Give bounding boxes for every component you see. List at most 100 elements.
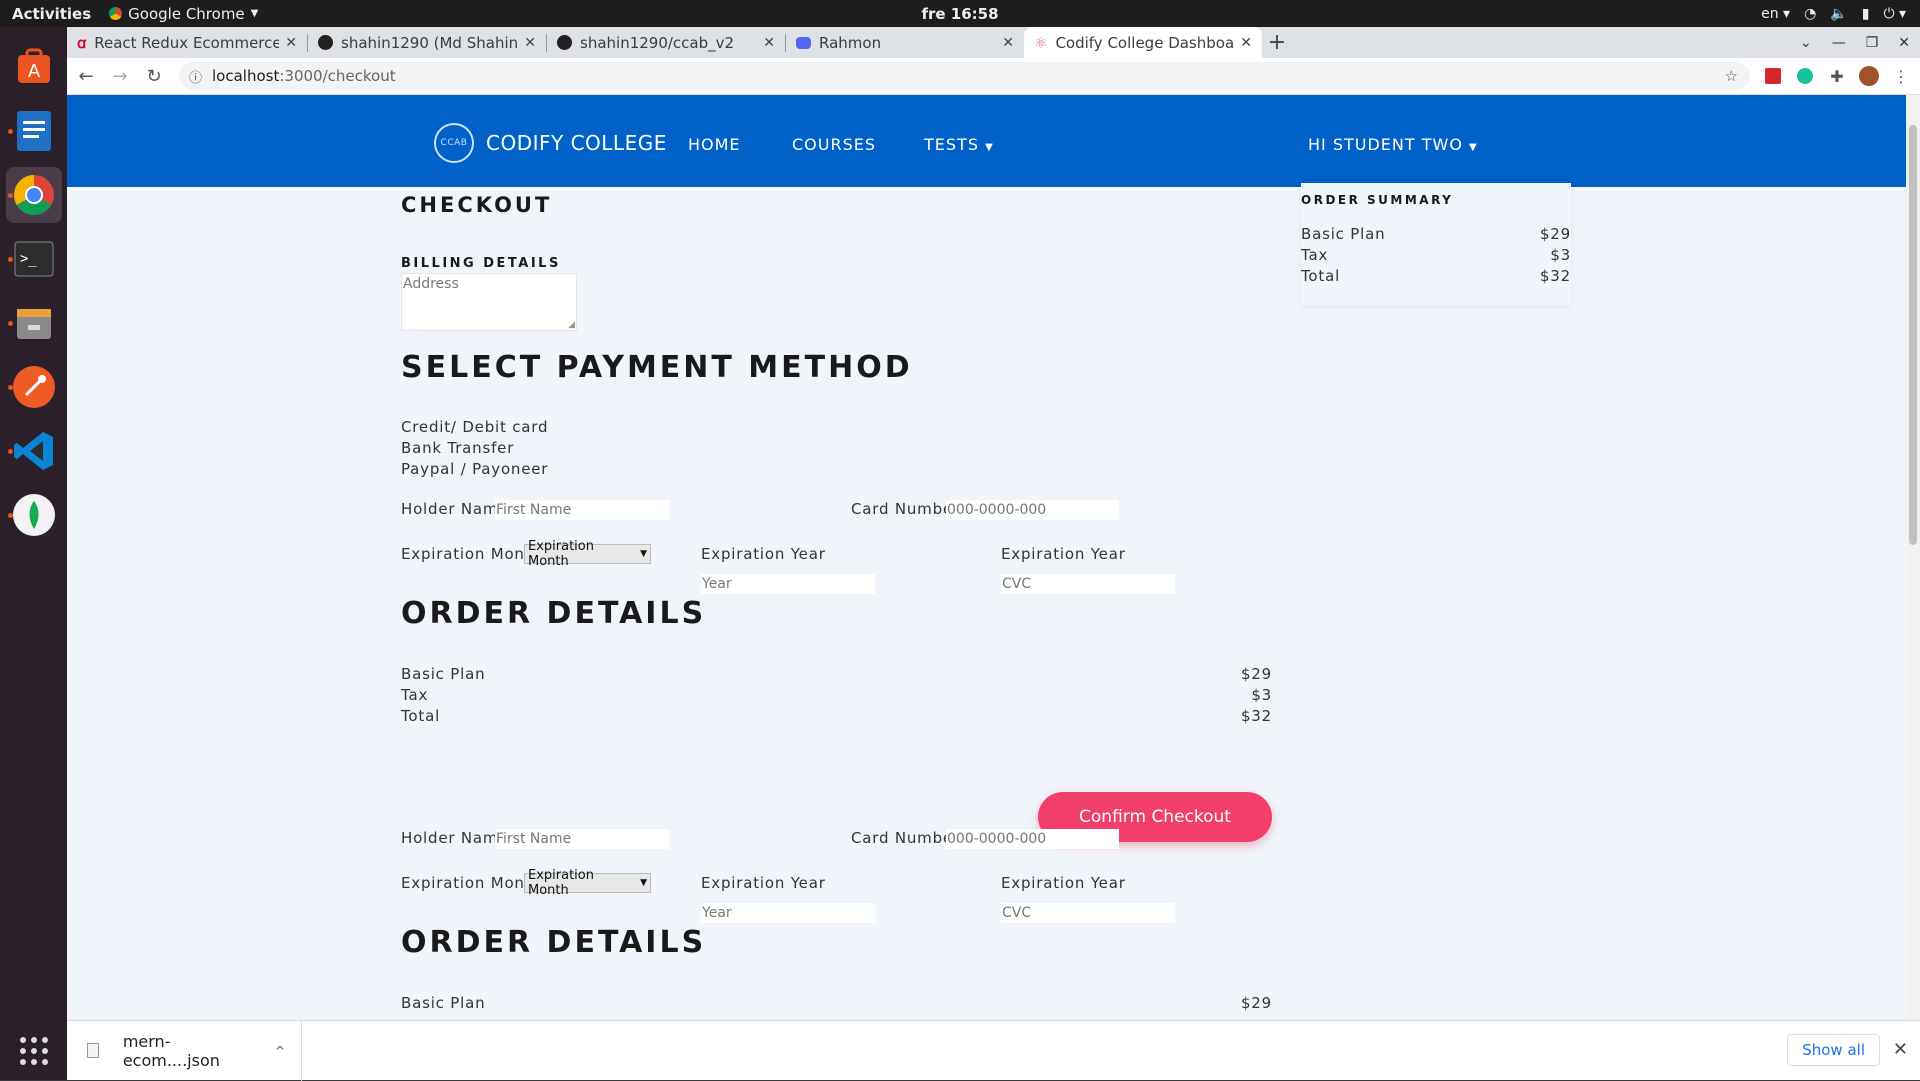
volume-icon[interactable]: 🔈	[1830, 6, 1847, 22]
tab-react-redux-ecommerce[interactable]: ꭤ React Redux Ecommerce - ✕	[67, 27, 307, 58]
exp-month-selected: Expiration Month	[528, 868, 594, 898]
discord-icon	[796, 36, 811, 49]
holder-name-placeholder: First Name	[496, 502, 572, 518]
summary-line-label: Basic Plan	[1301, 225, 1386, 243]
order-line-value: $32	[1240, 707, 1272, 725]
close-icon[interactable]: ✕	[763, 35, 775, 51]
college-logo: CCAB	[434, 123, 474, 163]
address-placeholder: Address	[403, 276, 459, 292]
holder-name-input[interactable]: First Name	[495, 829, 669, 849]
close-window-icon[interactable]: ✕	[1898, 35, 1910, 51]
minimize-icon[interactable]: —	[1832, 35, 1846, 51]
nav-user-label: HI STUDENT TWO	[1308, 135, 1463, 154]
terminal-icon[interactable]: >_	[6, 231, 62, 287]
order-line-label: Tax	[401, 686, 429, 704]
chrome-menu-icon[interactable]: ⋮	[1888, 63, 1914, 89]
nav-tests[interactable]: TESTS ▼	[924, 135, 994, 154]
tab-github-profile[interactable]: shahin1290 (Md Shahin Pa ✕	[308, 27, 546, 58]
close-download-bar-icon[interactable]: ✕	[1893, 1039, 1908, 1060]
show-all-button[interactable]: Show all	[1787, 1034, 1880, 1066]
exp-month-select[interactable]: Expiration Month ▼	[524, 868, 651, 898]
address-textarea[interactable]: Address ◢	[401, 273, 577, 331]
files-icon[interactable]	[6, 295, 62, 351]
close-icon[interactable]: ✕	[1002, 35, 1014, 51]
summary-line-value: $32	[1539, 267, 1571, 285]
year-input[interactable]: Year	[701, 903, 875, 923]
battery-icon[interactable]: ▮	[1862, 6, 1870, 22]
app-menu[interactable]: Google Chrome ▼	[109, 5, 258, 23]
extension-grammarly-icon[interactable]	[1792, 63, 1818, 89]
nav-home[interactable]: HOME	[688, 135, 741, 154]
reload-icon[interactable]: ↻	[139, 61, 169, 91]
exp-month-select[interactable]: Expiration Month ▼	[524, 539, 651, 569]
method-paypal[interactable]: Paypal / Payoneer	[401, 460, 548, 478]
language-indicator[interactable]: en ▾	[1761, 6, 1790, 22]
close-icon[interactable]: ✕	[285, 35, 297, 51]
mongodb-compass-icon[interactable]	[6, 487, 62, 543]
download-item[interactable]: mern-ecom....json ^	[87, 1020, 302, 1081]
tab-strip: ꭤ React Redux Ecommerce - ✕ shahin1290 (…	[67, 27, 1920, 58]
vscode-icon[interactable]	[6, 423, 62, 479]
activities-button[interactable]: Activities	[12, 5, 91, 23]
clock[interactable]: fre 16:58	[0, 5, 1920, 23]
summary-line: Basic Plan $29	[1301, 225, 1571, 243]
page-scrollbar[interactable]	[1906, 95, 1920, 1020]
holder-name-label: Holder Name	[401, 500, 509, 518]
order-details-title: ORDER DETAILS	[401, 925, 707, 960]
extension-red-icon[interactable]	[1760, 63, 1786, 89]
chrome-window: ꭤ React Redux Ecommerce - ✕ shahin1290 (…	[67, 27, 1920, 1081]
forward-icon[interactable]: →	[105, 61, 135, 91]
show-applications-icon[interactable]	[0, 1036, 67, 1066]
address-bar[interactable]: ⓘ localhost:3000/checkout ☆	[179, 62, 1750, 90]
exp-month-label: Expiration Month	[401, 545, 542, 563]
order-line-label: Basic Plan	[401, 665, 486, 683]
wifi-icon[interactable]: ◔	[1804, 6, 1816, 22]
chrome-icon[interactable]	[5, 167, 62, 223]
order-line-value: $29	[1240, 994, 1272, 1012]
tab-codify-college-dashboard[interactable]: ⚛ Codify College Dashboard ✕	[1024, 27, 1262, 58]
close-icon[interactable]: ✕	[524, 35, 536, 51]
download-bar: mern-ecom....json ^ Show all ✕	[67, 1020, 1920, 1081]
download-filename: mern-ecom....json	[122, 1031, 220, 1070]
extensions-puzzle-icon[interactable]: ✚	[1824, 63, 1850, 89]
close-icon[interactable]: ✕	[1240, 35, 1252, 51]
card-number-placeholder: 000-0000-000	[947, 831, 1047, 847]
chevron-down-icon: ▼	[640, 549, 647, 559]
power-menu-icon[interactable]: ⏻ ▾	[1883, 6, 1906, 22]
brand-link[interactable]: CCAB CODIFY COLLEGE	[434, 123, 667, 163]
checkout-title: CHECKOUT	[401, 193, 553, 217]
scrollbar-thumb[interactable]	[1909, 125, 1917, 545]
tab-github-repo[interactable]: shahin1290/ccab_v2 ✕	[547, 27, 785, 58]
site-info-icon[interactable]: ⓘ	[189, 67, 202, 86]
nav-user-menu[interactable]: HI STUDENT TWO ▼	[1308, 135, 1478, 154]
cvc-input[interactable]: CVC	[1001, 574, 1175, 594]
tab-search-icon[interactable]: ⌄	[1800, 35, 1812, 51]
nav-courses[interactable]: COURSES	[792, 135, 876, 154]
exp-month-selected: Expiration Month	[528, 539, 594, 569]
order-line: Basic Plan $29	[401, 665, 1272, 683]
holder-name-input[interactable]: First Name	[495, 500, 669, 520]
language-label: en	[1761, 5, 1779, 22]
maximize-icon[interactable]: ❐	[1866, 35, 1879, 51]
cvc-placeholder: CVC	[1002, 576, 1032, 592]
year-input[interactable]: Year	[701, 574, 875, 594]
back-icon[interactable]: ←	[71, 61, 101, 91]
card-number-input[interactable]: 000-0000-000	[946, 829, 1119, 849]
method-bank-transfer[interactable]: Bank Transfer	[401, 439, 514, 457]
ubuntu-software-icon[interactable]: A	[6, 39, 62, 95]
system-top-bar: Activities Google Chrome ▼ fre 16:58 en …	[0, 0, 1920, 27]
card-number-input[interactable]: 000-0000-000	[946, 500, 1119, 520]
postman-icon[interactable]	[6, 359, 62, 415]
bookmark-star-icon[interactable]: ☆	[1725, 67, 1738, 85]
new-tab-button[interactable]: +	[1262, 27, 1292, 58]
caret-down-icon: ▼	[1469, 142, 1478, 153]
method-credit-card[interactable]: Credit/ Debit card	[401, 418, 548, 436]
profile-avatar[interactable]	[1856, 63, 1882, 89]
chrome-small-icon	[109, 7, 123, 20]
file-icon	[87, 1043, 99, 1058]
writer-icon[interactable]	[6, 103, 62, 159]
tab-title: Rahmon	[819, 33, 882, 52]
cvc-input[interactable]: CVC	[1001, 903, 1175, 923]
chevron-up-icon[interactable]: ^	[275, 1044, 285, 1058]
tab-discord-rahmon[interactable]: Rahmon ✕	[786, 27, 1024, 58]
